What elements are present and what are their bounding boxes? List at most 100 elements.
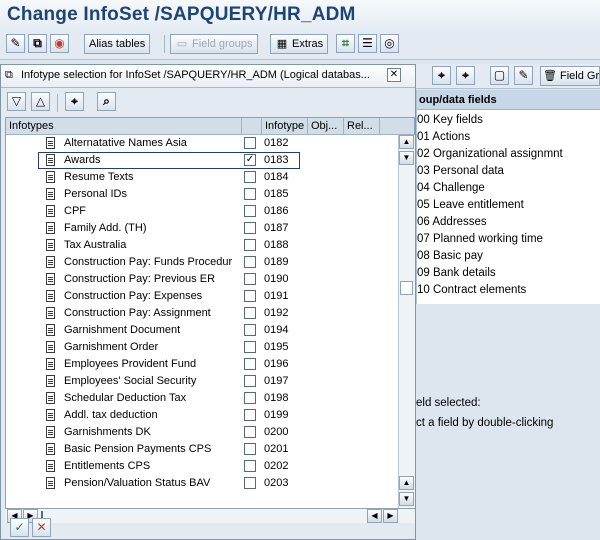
document-icon bbox=[46, 409, 55, 421]
code-icon[interactable]: ⌗ bbox=[336, 34, 355, 53]
document-icon bbox=[46, 188, 55, 200]
infotype-checkbox[interactable] bbox=[244, 188, 256, 200]
infotype-checkbox[interactable] bbox=[244, 392, 256, 404]
infotype-code: 0188 bbox=[264, 239, 289, 251]
window-title-bar: Change InfoSet /SAPQUERY/HR_ADM bbox=[0, 0, 600, 31]
column-header-select[interactable] bbox=[242, 118, 262, 135]
table-row[interactable]: CPF 0186 bbox=[6, 203, 398, 220]
field-group-row[interactable]: 00 Key fields bbox=[417, 112, 483, 129]
create-icon[interactable]: ▢ bbox=[490, 66, 509, 85]
field-group-row[interactable]: 08 Basic pay bbox=[417, 248, 483, 265]
field-group-row[interactable]: 03 Personal data bbox=[417, 163, 504, 180]
close-icon[interactable]: ✕ bbox=[387, 68, 401, 82]
table-row[interactable]: Construction Pay: Funds Procedur 0189 bbox=[6, 254, 398, 271]
find-next-icon[interactable]: ⌕ bbox=[97, 92, 116, 111]
find-icon[interactable]: ⌖ bbox=[432, 66, 451, 85]
find-icon[interactable]: ⌖ bbox=[65, 92, 84, 111]
infotype-code: 0185 bbox=[264, 188, 289, 200]
list-icon[interactable]: ☰ bbox=[358, 34, 377, 53]
table-row[interactable]: Resume Texts 0184 bbox=[6, 169, 398, 186]
scroll-up-icon[interactable]: ▲ bbox=[399, 476, 414, 490]
collapse-all-icon[interactable]: △ bbox=[31, 92, 50, 111]
scroll-thumb[interactable] bbox=[400, 281, 413, 295]
table-row[interactable]: Pension/Valuation Status BAV 0203 bbox=[6, 475, 398, 492]
infotype-checkbox[interactable] bbox=[244, 205, 256, 217]
settings-icon[interactable]: ◎ bbox=[380, 34, 399, 53]
activate-icon[interactable]: ◉ bbox=[50, 34, 69, 53]
table-row[interactable]: Awards ✓ 0183 bbox=[6, 152, 398, 169]
infotype-checkbox[interactable] bbox=[244, 239, 256, 251]
table-row[interactable]: Employees Provident Fund 0196 bbox=[6, 356, 398, 373]
table-row[interactable]: Employees' Social Security 0197 bbox=[6, 373, 398, 390]
scroll-up-icon[interactable]: ▲ bbox=[399, 135, 414, 149]
field-group-row[interactable]: 01 Actions bbox=[417, 129, 470, 146]
document-icon bbox=[46, 392, 55, 404]
infotype-checkbox[interactable] bbox=[244, 324, 256, 336]
infotype-checkbox[interactable] bbox=[244, 477, 256, 489]
expand-all-icon[interactable]: ▽ bbox=[7, 92, 26, 111]
table-row[interactable]: Entitlements CPS 0202 bbox=[6, 458, 398, 475]
column-header-infotypes[interactable]: Infotypes bbox=[6, 118, 242, 135]
table-row[interactable]: Tax Australia 0188 bbox=[6, 237, 398, 254]
table-row[interactable]: Family Add. (TH) 0187 bbox=[6, 220, 398, 237]
infotype-name: Alternatative Names Asia bbox=[64, 137, 187, 149]
field-group-row[interactable]: 09 Bank details bbox=[417, 265, 496, 282]
field-group-row[interactable]: 02 Organizational assignmnt bbox=[417, 146, 563, 163]
infotype-checkbox[interactable] bbox=[244, 375, 256, 387]
table-row[interactable]: Construction Pay: Assignment 0192 bbox=[6, 305, 398, 322]
column-header-rel[interactable]: Rel... bbox=[344, 118, 380, 135]
column-header-infotype[interactable]: Infotype bbox=[262, 118, 308, 135]
infotype-checkbox[interactable] bbox=[244, 426, 256, 438]
table-row[interactable]: Garnishments DK 0200 bbox=[6, 424, 398, 441]
table-row[interactable]: Alternatative Names Asia 0182 bbox=[6, 135, 398, 152]
document-icon bbox=[46, 375, 55, 387]
edit-icon[interactable]: ✎ bbox=[514, 66, 533, 85]
field-group-row[interactable]: 04 Challenge bbox=[417, 180, 485, 197]
infotype-checkbox[interactable] bbox=[244, 137, 256, 149]
horizontal-scrollbar[interactable]: ◀ ▶ ◀ ▶ bbox=[5, 509, 415, 523]
infotype-checkbox[interactable] bbox=[244, 409, 256, 421]
field-group-row[interactable]: 06 Addresses bbox=[417, 214, 487, 231]
infotype-name: Entitlements CPS bbox=[64, 460, 151, 472]
infotype-name: Employees Provident Fund bbox=[64, 358, 197, 370]
alias-tables-button[interactable]: Alias tables bbox=[84, 34, 151, 54]
change-display-icon[interactable]: ✎ bbox=[6, 34, 25, 53]
column-header-obj[interactable]: Obj... bbox=[308, 118, 344, 135]
infotype-checkbox[interactable] bbox=[244, 443, 256, 455]
infotype-checkbox[interactable] bbox=[244, 222, 256, 234]
table-row[interactable]: Schedular Deduction Tax 0198 bbox=[6, 390, 398, 407]
infotype-checkbox[interactable] bbox=[244, 358, 256, 370]
extras-button[interactable]: ▦ Extras bbox=[270, 34, 329, 54]
infotype-checkbox[interactable] bbox=[244, 307, 256, 319]
continue-checkmark-icon[interactable]: ✓ bbox=[10, 518, 29, 537]
infotype-checkbox[interactable] bbox=[244, 171, 256, 183]
infotype-checkbox[interactable] bbox=[244, 273, 256, 285]
table-row[interactable]: Construction Pay: Previous ER 0190 bbox=[6, 271, 398, 288]
field-group-row[interactable]: 05 Leave entitlement bbox=[417, 197, 524, 214]
infotype-checkbox[interactable] bbox=[244, 460, 256, 472]
scroll-down-icon[interactable]: ▼ bbox=[399, 151, 414, 165]
field-groups-button[interactable]: ▭ Field groups bbox=[170, 34, 258, 54]
table-row[interactable]: Garnishment Document 0194 bbox=[6, 322, 398, 339]
infotype-checkbox[interactable] bbox=[244, 341, 256, 353]
table-row[interactable]: Basic Pension Payments CPS 0201 bbox=[6, 441, 398, 458]
field-group-row[interactable]: 10 Contract elements bbox=[417, 282, 526, 299]
column-header-filler bbox=[380, 118, 414, 135]
document-icon bbox=[46, 443, 55, 455]
infotype-checkbox[interactable] bbox=[244, 256, 256, 268]
find-next-icon[interactable]: ⌖ bbox=[456, 66, 475, 85]
delete-field-group-button[interactable]: 🗑Field Grou bbox=[540, 66, 600, 86]
table-row[interactable]: Personal IDs 0185 bbox=[6, 186, 398, 203]
other-object-icon[interactable]: ⧉ bbox=[28, 34, 47, 53]
table-row[interactable]: Construction Pay: Expenses 0191 bbox=[6, 288, 398, 305]
vertical-scrollbar[interactable]: ▲ ▼ ▲ ▼ bbox=[398, 135, 415, 508]
table-row[interactable]: Garnishment Order 0195 bbox=[6, 339, 398, 356]
field-group-row[interactable]: 07 Planned working time bbox=[417, 231, 543, 248]
infotype-checkbox[interactable] bbox=[244, 290, 256, 302]
table-row[interactable]: Addl. tax deduction 0199 bbox=[6, 407, 398, 424]
cancel-x-icon[interactable]: ✕ bbox=[32, 518, 51, 537]
infotype-name: CPF bbox=[64, 205, 86, 217]
scroll-left-icon[interactable]: ◀ bbox=[367, 509, 382, 523]
scroll-right-icon[interactable]: ▶ bbox=[383, 509, 398, 523]
scroll-down-icon[interactable]: ▼ bbox=[399, 492, 414, 506]
